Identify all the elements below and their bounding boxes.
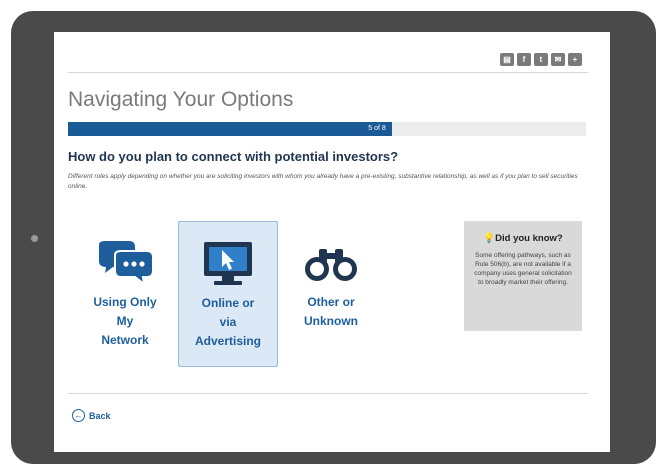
screen: ▤ f t ✉ + Navigating Your Options 5 of 8…: [54, 32, 610, 452]
question-heading: How do you plan to connect with potentia…: [68, 149, 399, 164]
progress-fill: 5 of 8: [68, 122, 392, 136]
lightbulb-icon: 💡: [483, 233, 496, 244]
header-divider: [68, 72, 588, 73]
progress-label: 5 of 8: [368, 125, 386, 132]
did-you-know-panel: 💡Did you know? Some offering pathways, s…: [464, 221, 582, 331]
computer-monitor-icon: [204, 242, 252, 285]
option-label: Other or Unknown: [304, 295, 358, 328]
footer-divider: [68, 393, 588, 394]
back-arrow-icon: ←: [72, 409, 85, 422]
option-label: Using Only My Network: [93, 295, 157, 347]
page-title: Navigating Your Options: [68, 88, 294, 111]
email-icon[interactable]: ✉: [551, 53, 565, 66]
share-toolbar: ▤ f t ✉ +: [500, 53, 582, 66]
option-label: Online or via Advertising: [194, 296, 261, 348]
option-online-or-via-advertising[interactable]: Online or via Advertising: [178, 221, 278, 367]
question-description: Different rules apply depending on wheth…: [68, 173, 578, 190]
chat-bubbles-icon: [99, 241, 154, 287]
did-you-know-title: 💡Did you know?: [483, 233, 563, 244]
print-icon[interactable]: ▤: [500, 53, 514, 66]
progress-bar: 5 of 8: [68, 122, 586, 136]
add-icon[interactable]: +: [568, 53, 582, 66]
back-label: Back: [89, 410, 111, 421]
option-using-only-my-network[interactable]: Using Only My Network: [76, 221, 174, 365]
option-other-or-unknown[interactable]: Other or Unknown: [282, 221, 380, 365]
back-button[interactable]: ← Back: [72, 409, 111, 422]
binoculars-icon: [305, 249, 357, 281]
twitter-icon[interactable]: t: [534, 53, 548, 66]
tablet-camera-dot: [31, 235, 38, 242]
facebook-icon[interactable]: f: [517, 53, 531, 66]
did-you-know-body: Some offering pathways, such as Rule 506…: [474, 252, 572, 286]
